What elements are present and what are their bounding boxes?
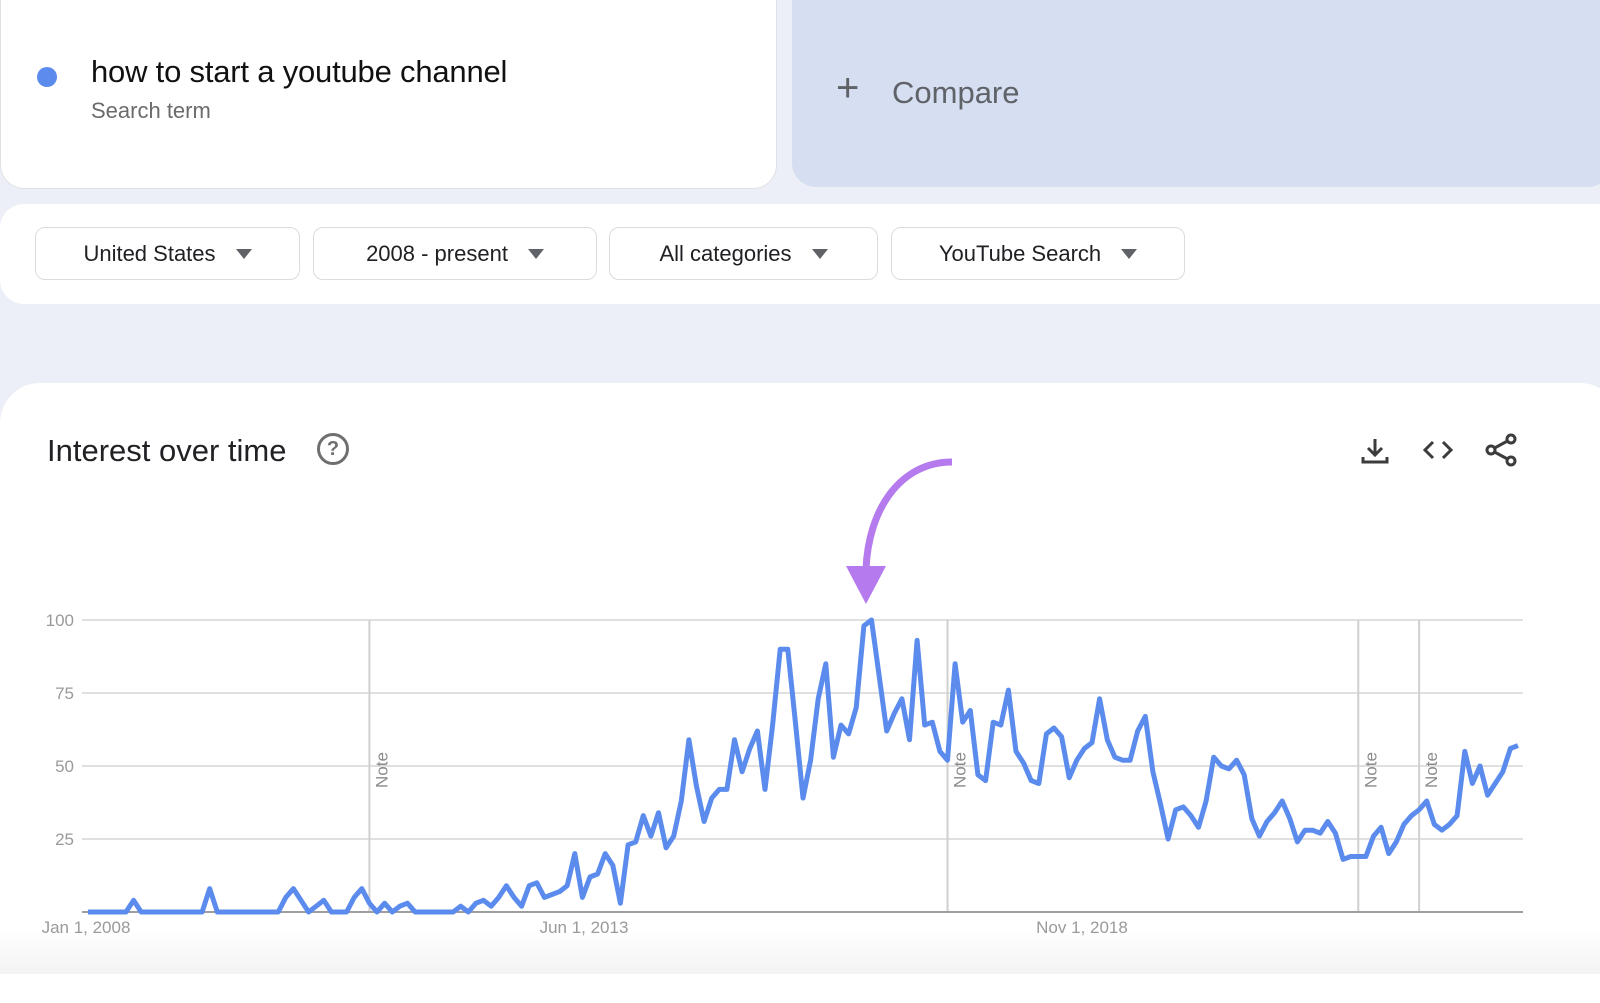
note-label: Note <box>1422 752 1441 788</box>
note-label: Note <box>951 752 970 788</box>
x-tick-label: Jan 1, 2008 <box>42 918 131 937</box>
y-tick-label: 100 <box>46 611 74 630</box>
y-tick-label: 75 <box>55 684 74 703</box>
y-axis-ticks: 25 50 75 100 <box>46 611 74 849</box>
annotation-arrow <box>846 458 953 604</box>
note-label: Note <box>1361 752 1380 788</box>
y-tick-label: 25 <box>55 830 74 849</box>
x-tick-label: Jun 1, 2013 <box>540 918 629 937</box>
x-tick-label: Nov 1, 2018 <box>1036 918 1128 937</box>
interest-line-chart: Note Note Note Note 25 50 75 100 Jan 1, 2008 Ju… <box>42 458 1523 937</box>
gridlines <box>82 619 1523 840</box>
note-label: Note <box>372 752 391 788</box>
y-tick-label: 50 <box>55 757 74 776</box>
x-axis-ticks: Jan 1, 2008 Jun 1, 2013 Nov 1, 2018 <box>42 918 1128 937</box>
